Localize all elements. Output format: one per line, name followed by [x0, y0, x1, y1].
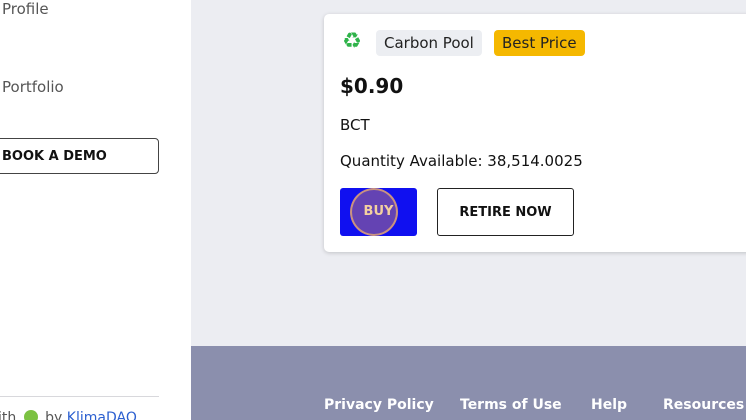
klima-logo-icon	[23, 410, 38, 420]
sidebar: Profile Portfolio BOOK A DEMO ith by Kli…	[0, 0, 191, 420]
quantity-available: Quantity Available: 38,514.0025	[340, 152, 583, 170]
powered-prefix: ith	[0, 410, 17, 420]
sidebar-divider	[0, 396, 159, 397]
klimadao-link[interactable]: KlimaDAO	[67, 410, 137, 420]
token-symbol: BCT	[340, 116, 370, 134]
price: $0.90	[340, 74, 404, 98]
sidebar-item-profile[interactable]: Profile	[2, 0, 49, 18]
footer-link-terms-of-use[interactable]: Terms of Use	[460, 397, 562, 413]
carbon-pool-badge: Carbon Pool	[376, 30, 482, 56]
recycle-icon: ♻	[342, 29, 362, 54]
footer-link-privacy-policy[interactable]: Privacy Policy	[324, 397, 434, 413]
powered-by: ith by KlimaDAO	[0, 410, 137, 420]
footer-link-help[interactable]: Help	[591, 397, 627, 413]
footer: Privacy Policy Terms of Use Help Resourc…	[191, 346, 746, 420]
footer-link-resources[interactable]: Resources	[663, 397, 744, 413]
best-price-badge: Best Price	[494, 30, 585, 56]
book-demo-button[interactable]: BOOK A DEMO	[0, 138, 159, 174]
listing-card: ♻ Carbon Pool Best Price $0.90 BCT Quant…	[324, 14, 746, 252]
retire-now-button[interactable]: RETIRE NOW	[437, 188, 574, 236]
buy-button[interactable]	[340, 188, 417, 236]
powered-by-word: by	[45, 410, 63, 420]
sidebar-item-portfolio[interactable]: Portfolio	[2, 78, 64, 96]
